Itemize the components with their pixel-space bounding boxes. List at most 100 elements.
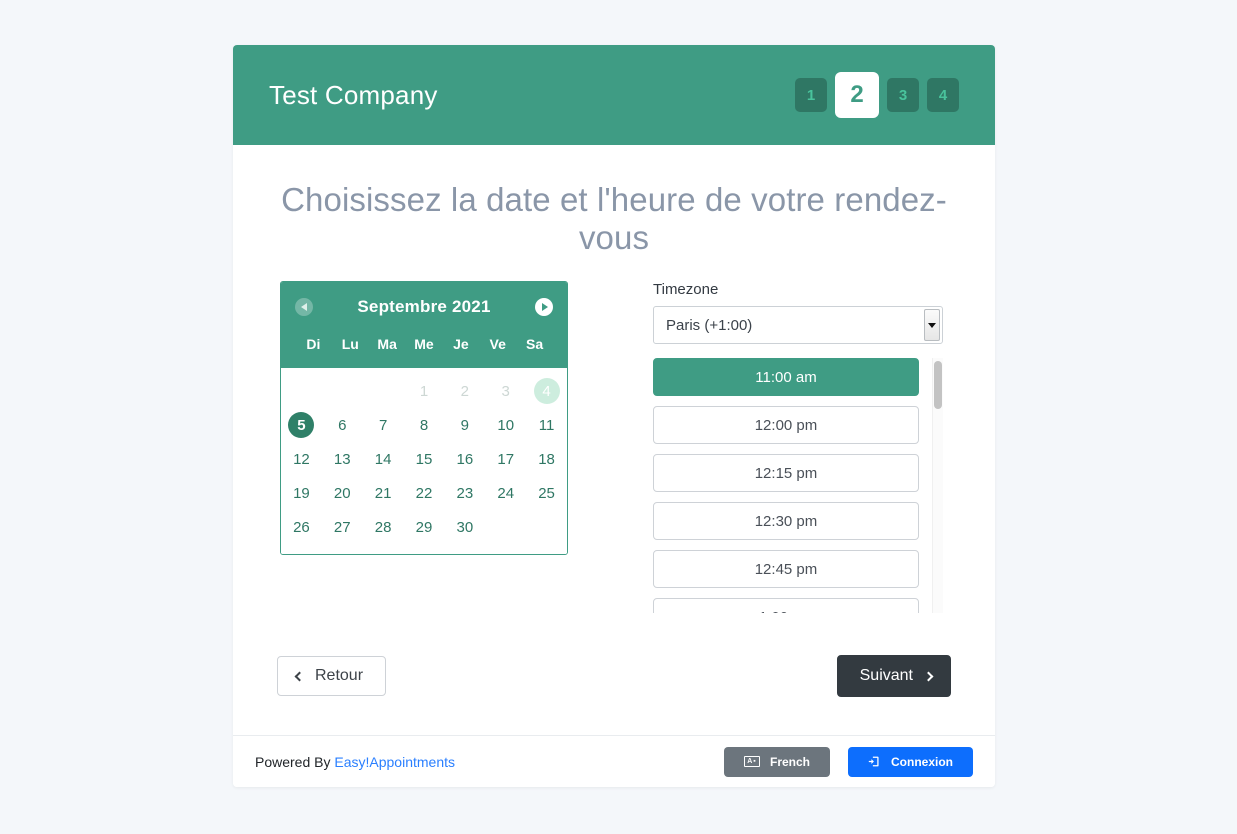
calendar-day-label: 4: [533, 378, 560, 404]
calendar-day-18[interactable]: 18: [526, 442, 567, 476]
time-slots-scrollbar[interactable]: [932, 358, 943, 613]
calendar-day-label: 10: [497, 416, 515, 434]
calendar-day-label: 18: [538, 450, 555, 468]
chevron-right-circle-icon[interactable]: [535, 298, 553, 316]
calendar-day-11[interactable]: 11: [526, 408, 567, 442]
language-button[interactable]: A▪ French: [723, 746, 830, 777]
easyappointments-link[interactable]: Easy!Appointments: [334, 754, 455, 770]
wizard-actions: Retour Suivant: [255, 613, 973, 735]
calendar-day-23[interactable]: 23: [444, 476, 485, 510]
calendar-empty-cell: [363, 374, 404, 408]
booking-card: Test Company 1 2 3 4 Choisissez la date …: [233, 45, 995, 787]
section-heading: Choisissez la date et l'heure de votre r…: [281, 181, 947, 256]
calendar-day-4[interactable]: 4: [526, 374, 567, 408]
calendar-day-label: 11: [538, 416, 555, 434]
calendar-day-13[interactable]: 13: [322, 442, 363, 476]
powered-by-prefix: Powered By: [255, 753, 335, 770]
calendar-day-22[interactable]: 22: [404, 476, 445, 510]
calendar-month-label: Septembre 2021: [357, 297, 491, 316]
calendar-day-label: 30: [456, 518, 474, 536]
calendar-day-12[interactable]: 12: [281, 442, 322, 476]
calendar-day-21[interactable]: 21: [363, 476, 404, 510]
chevron-left-icon: [294, 671, 305, 681]
calendar-day-5[interactable]: 5: [281, 408, 322, 442]
calendar-day-names: Di Lu Ma Me Je Ve Sa: [295, 336, 553, 362]
calendar-day-29[interactable]: 29: [404, 510, 445, 544]
calendar-day-10[interactable]: 10: [485, 408, 526, 442]
page-title: Test Company: [269, 79, 438, 110]
calendar-day-label: 26: [293, 518, 310, 536]
calendar-day-label: 25: [538, 484, 555, 502]
calendar-day-label: 24: [497, 484, 515, 502]
scrollbar-thumb[interactable]: [934, 361, 942, 409]
page-root: Test Company 1 2 3 4 Choisissez la date …: [0, 0, 1237, 834]
time-slot-1-00-pm[interactable]: 1:00 pm: [653, 598, 919, 613]
date-picker: Septembre 2021 Di Lu Ma Me Je Ve Sa 1 2 …: [280, 281, 568, 555]
step-button-2[interactable]: 2: [835, 72, 879, 118]
back-button-label: Retour: [315, 667, 364, 684]
time-slot-12-00-pm[interactable]: 12:00 pm: [653, 406, 919, 444]
day-name-6: Sa: [526, 336, 544, 352]
timezone-selected-value: Paris (+1:00): [666, 316, 753, 334]
time-slot-11-00-am[interactable]: 11:00 am: [653, 358, 919, 396]
time-slot-12-30-pm[interactable]: 12:30 pm: [653, 502, 919, 540]
calendar-titlebar: Septembre 2021: [295, 292, 553, 322]
calendar-day-1: 1: [404, 374, 445, 408]
next-button-label: Suivant: [859, 667, 913, 684]
card-body: Choisissez la date et l'heure de votre r…: [233, 145, 995, 735]
timezone-select[interactable]: Paris (+1:00): [653, 306, 943, 344]
calendar-day-label: 12: [293, 450, 310, 468]
calendar-day-14[interactable]: 14: [363, 442, 404, 476]
time-selection-column: Timezone Paris (+1:00) 11:00 am 12:00 pm 1…: [653, 281, 943, 613]
login-button[interactable]: Connexion: [848, 746, 973, 777]
chevron-left-circle-icon[interactable]: [295, 298, 313, 316]
day-name-3: Me: [414, 336, 434, 352]
calendar-day-label: 6: [338, 416, 347, 434]
step-button-4[interactable]: 4: [927, 78, 959, 112]
calendar-day-17[interactable]: 17: [485, 442, 526, 476]
calendar-day-20[interactable]: 20: [322, 476, 363, 510]
chevron-right-icon: [923, 671, 934, 681]
time-slot-12-15-pm[interactable]: 12:15 pm: [653, 454, 919, 492]
calendar-day-16[interactable]: 16: [444, 442, 485, 476]
calendar-day-6[interactable]: 6: [322, 408, 363, 442]
calendar-day-24[interactable]: 24: [485, 476, 526, 510]
calendar-day-label: 13: [333, 450, 351, 468]
calendar-day-25[interactable]: 25: [526, 476, 567, 510]
calendar-day-label: 9: [460, 416, 470, 434]
step-button-3[interactable]: 3: [887, 78, 919, 112]
calendar-day-27[interactable]: 27: [322, 510, 363, 544]
card-footer: Powered By Easy!Appointments A▪ French C…: [233, 735, 995, 787]
next-month-arrow: [542, 303, 548, 311]
calendar-day-label: 19: [293, 484, 310, 502]
card-header: Test Company 1 2 3 4: [233, 45, 995, 145]
powered-by: Powered By Easy!Appointments: [255, 754, 455, 770]
calendar-day-label: 22: [415, 484, 433, 502]
calendar-day-15[interactable]: 15: [404, 442, 445, 476]
calendar-day-8[interactable]: 8: [404, 408, 445, 442]
calendar-day-9[interactable]: 9: [444, 408, 485, 442]
calendar-day-label: 27: [333, 518, 351, 536]
calendar-day-7[interactable]: 7: [363, 408, 404, 442]
time-slot-12-45-pm[interactable]: 12:45 pm: [653, 550, 919, 588]
sign-in-icon: [868, 755, 881, 768]
calendar-day-28[interactable]: 28: [363, 510, 404, 544]
day-name-0: Di: [306, 336, 321, 352]
calendar-day-19[interactable]: 19: [281, 476, 322, 510]
calendar-day-26[interactable]: 26: [281, 510, 322, 544]
calendar-empty-cell: [281, 374, 322, 408]
next-button[interactable]: Suivant: [836, 655, 951, 697]
selection-columns: Septembre 2021 Di Lu Ma Me Je Ve Sa 1 2 …: [255, 267, 973, 613]
back-button[interactable]: Retour: [277, 656, 387, 696]
calendar-day-label: 3: [501, 382, 510, 400]
calendar-day-3: 3: [485, 374, 526, 408]
calendar-day-label: 20: [333, 484, 351, 502]
footer-actions: A▪ French Connexion: [723, 746, 973, 777]
calendar-day-label: 1: [419, 382, 429, 400]
step-button-1[interactable]: 1: [795, 78, 827, 112]
caret-down-icon[interactable]: [924, 309, 940, 341]
calendar-day-label: 7: [378, 416, 388, 434]
calendar-header: Septembre 2021 Di Lu Ma Me Je Ve Sa: [281, 282, 567, 368]
calendar-day-30[interactable]: 30: [444, 510, 485, 544]
day-name-4: Je: [453, 336, 469, 352]
